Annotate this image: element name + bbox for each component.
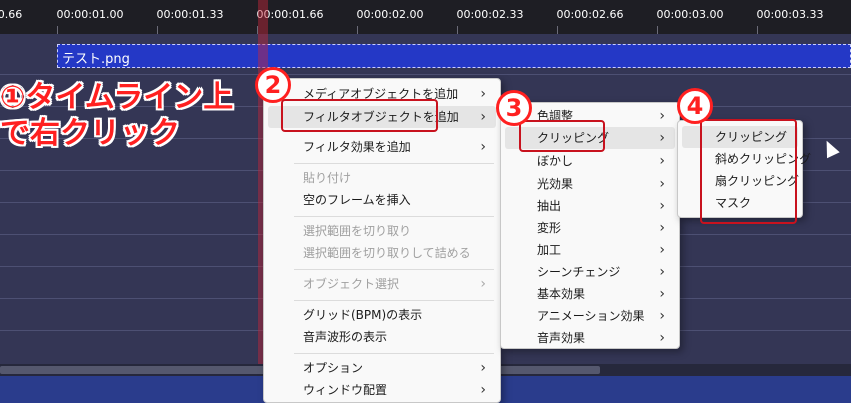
ruler-mark	[157, 26, 158, 34]
menu-item-paste[interactable]: 貼り付け	[268, 167, 496, 189]
step1-line2: で右クリック	[0, 116, 180, 151]
chevron-right-icon: ›	[480, 139, 486, 155]
chevron-right-icon: ›	[480, 360, 486, 376]
menu-item-animation-effect[interactable]: アニメーション効果 ›	[505, 305, 675, 327]
ruler-mark	[657, 26, 658, 34]
chevron-right-icon: ›	[659, 198, 665, 214]
menu-item-window-layout[interactable]: ウィンドウ配置 ›	[268, 379, 496, 401]
chevron-right-icon: ›	[659, 330, 665, 346]
clip-label: テスト.png	[62, 52, 130, 67]
chevron-right-icon: ›	[659, 220, 665, 236]
ruler-mark	[757, 26, 758, 34]
highlight-box	[281, 99, 438, 132]
ruler-tick: 00:00:02.00	[356, 8, 424, 21]
chevron-right-icon: ›	[659, 308, 665, 324]
ruler-tick: 00:00:02.66	[556, 8, 624, 21]
step4-badge: 4	[677, 88, 713, 124]
ruler-mark	[57, 26, 58, 34]
track-divider	[0, 74, 851, 75]
menu-item-blur[interactable]: ぼかし ›	[505, 150, 675, 172]
chevron-right-icon: ›	[659, 176, 665, 192]
menu-separator	[294, 353, 494, 354]
menu-item-basic-effect[interactable]: 基本効果 ›	[505, 283, 675, 305]
ruler-tick: 00:00:02.33	[456, 8, 524, 21]
menu-item-process[interactable]: 加工 ›	[505, 239, 675, 261]
menu-item-extract[interactable]: 抽出 ›	[505, 195, 675, 217]
step1-annotation: ①タイムライン上 で右クリック	[0, 80, 233, 152]
step2-badge: 2	[255, 67, 291, 103]
chevron-right-icon: ›	[480, 86, 486, 102]
chevron-right-icon: ›	[480, 382, 486, 398]
ruler-mark	[357, 26, 358, 34]
menu-item-add-filter-effect[interactable]: フィルタ効果を追加 ›	[268, 136, 496, 158]
menu-item-cut-selection[interactable]: 選択範囲を切り取り	[268, 220, 496, 242]
chevron-right-icon: ›	[659, 242, 665, 258]
chevron-right-icon: ›	[659, 108, 665, 124]
chevron-right-icon: ›	[659, 286, 665, 302]
ruler-mark	[457, 26, 458, 34]
chevron-right-icon: ›	[659, 264, 665, 280]
menu-separator	[294, 163, 494, 164]
ruler-tick: 0.66	[0, 8, 23, 21]
menu-item-options[interactable]: オプション ›	[268, 357, 496, 379]
menu-separator	[294, 216, 494, 217]
ruler-tick: 00:00:03.33	[756, 8, 824, 21]
menu-item-transform[interactable]: 変形 ›	[505, 217, 675, 239]
highlight-box	[700, 119, 797, 224]
menu-item-show-waveform[interactable]: 音声波形の表示	[268, 326, 496, 348]
timeline-ruler[interactable]: 0.66 00:00:01.00 00:00:01.33 00:00:01.66…	[0, 0, 851, 34]
step3-badge: 3	[496, 90, 532, 126]
chevron-right-icon: ›	[659, 153, 665, 169]
menu-item-audio-effect[interactable]: 音声効果 ›	[505, 327, 675, 349]
timeline-clip[interactable]: テスト.png	[57, 44, 851, 68]
highlight-box	[519, 120, 605, 152]
step1-line1: ①タイムライン上	[0, 80, 234, 115]
menu-item-show-grid[interactable]: グリッド(BPM)の表示	[268, 304, 496, 326]
chevron-right-icon: ›	[480, 276, 486, 292]
ruler-mark	[557, 26, 558, 34]
menu-item-cut-selection-close-gap[interactable]: 選択範囲を切り取りして詰める	[268, 242, 496, 264]
ruler-tick: 00:00:01.33	[156, 8, 224, 21]
chevron-right-icon: ›	[480, 109, 486, 125]
ruler-tick: 00:00:01.00	[56, 8, 124, 21]
menu-item-select-object[interactable]: オブジェクト選択 ›	[268, 273, 496, 295]
menu-item-scene-change[interactable]: シーンチェンジ ›	[505, 261, 675, 283]
menu-separator	[294, 269, 494, 270]
menu-item-insert-empty-frame[interactable]: 空のフレームを挿入	[268, 189, 496, 211]
ruler-tick: 00:00:03.00	[656, 8, 724, 21]
menu-separator	[294, 300, 494, 301]
menu-item-light-effect[interactable]: 光効果 ›	[505, 173, 675, 195]
chevron-right-icon: ›	[659, 130, 665, 146]
